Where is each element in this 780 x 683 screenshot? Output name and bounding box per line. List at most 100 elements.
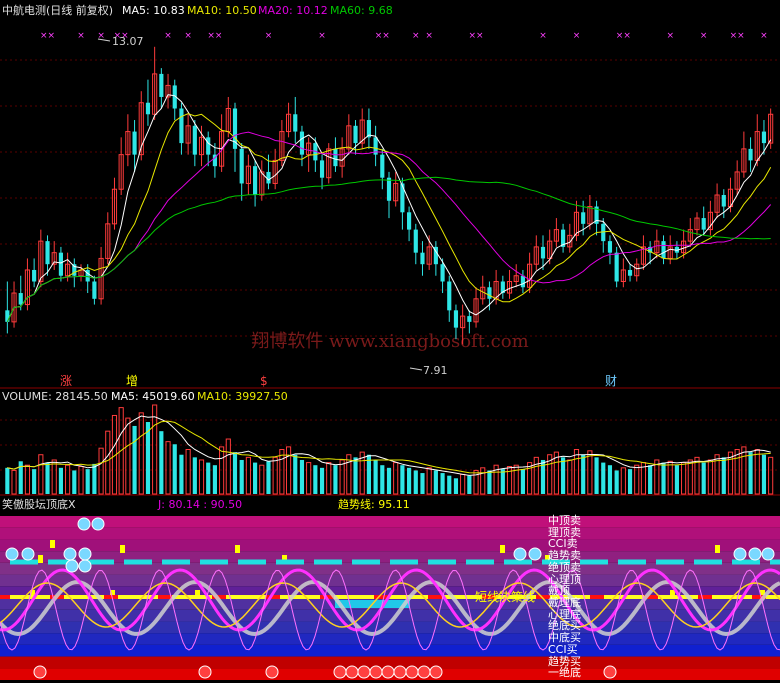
- band-label-13: 一绝底: [548, 666, 581, 680]
- volume-bar-93: [627, 469, 633, 494]
- candle-body-21: [145, 102, 151, 115]
- volume-bar-39: [266, 461, 271, 494]
- watermark-group: 翔博软件 www.xiangbosoft.com: [251, 331, 528, 352]
- volume-ma5-readout: MA5: 45019.60: [111, 390, 195, 403]
- candle-body-8: [58, 252, 63, 276]
- volume-bar-63: [426, 467, 432, 495]
- volume-bar-69: [467, 475, 472, 494]
- signal-x-1: ×: [77, 31, 85, 41]
- volume-bar-96: [648, 465, 653, 494]
- volume-bar-15: [105, 430, 111, 495]
- candle-body-69: [467, 316, 472, 322]
- volume-bar-67: [453, 478, 459, 494]
- candle-body-59: [400, 183, 405, 213]
- candle-body-90: [607, 241, 613, 253]
- candle-body-91: [614, 252, 619, 282]
- volume-bar-4: [32, 469, 37, 494]
- volume-bar-50: [339, 459, 345, 495]
- volume-bar-1: [11, 469, 17, 495]
- signal-ball-bottom-3: [333, 665, 347, 679]
- indicator-band-1: [0, 527, 780, 540]
- candle-body-0: [5, 310, 10, 322]
- signal-ball-top-7: [528, 547, 542, 561]
- high-marker-label: 13.07: [112, 35, 144, 48]
- volume-bar-88: [594, 457, 599, 494]
- candle-body-39: [266, 171, 271, 184]
- volume-bar-113: [761, 454, 767, 494]
- ma20-line: [6, 131, 772, 323]
- volume-bar-90: [607, 465, 613, 494]
- signal-x-9: ××: [375, 31, 390, 41]
- candle-body-60: [407, 212, 412, 230]
- volume-bar-7: [51, 459, 57, 495]
- volume-bar-66: [447, 475, 452, 494]
- volume-ma10-readout: MA10: 39927.50: [197, 390, 288, 403]
- indicator-layer: [0, 516, 780, 680]
- signal-ball-top-5: [77, 517, 91, 531]
- indicator-tick-0: [50, 540, 55, 548]
- signal-ball-top-11: [78, 559, 92, 573]
- signal-ball-bottom-7: [381, 665, 395, 679]
- signal-x-18: ××: [730, 31, 745, 41]
- price-title: 中航电测(日线 前复权): [2, 4, 114, 17]
- volume-bar-72: [487, 470, 492, 494]
- volume-bar-24: [165, 441, 171, 495]
- volume-bar-40: [272, 456, 278, 495]
- signal-x-16: ×: [666, 31, 674, 41]
- volume-bar-12: [85, 469, 90, 494]
- volume-bar-49: [333, 465, 338, 494]
- indicator-tick-1: [120, 545, 125, 553]
- candle-body-86: [581, 212, 586, 224]
- signal-ball-bottom-11: [429, 665, 443, 679]
- volume-bar-59: [400, 465, 405, 494]
- signal-ball-bottom-5: [357, 665, 371, 679]
- volume-bar-31: [212, 465, 217, 494]
- volume-bar-102: [687, 459, 693, 495]
- candle-body-47: [319, 160, 325, 178]
- watermark-text: 翔博软件 www.xiangbosoft.com: [251, 331, 528, 352]
- volume-bar-62: [420, 473, 425, 494]
- signal-ball-bottom-1: [198, 665, 212, 679]
- volume-bar-70: [473, 469, 479, 495]
- signal-x-19: ×: [760, 31, 768, 41]
- signal-ball-bottom-2: [265, 665, 279, 679]
- signal-x-15: ××: [616, 31, 631, 41]
- volume-bar-101: [681, 462, 687, 495]
- volume-bar-77: [520, 469, 525, 494]
- candle-body-107: [721, 195, 726, 207]
- signal-ball-top-2: [63, 547, 77, 561]
- candle-body-4: [32, 269, 37, 282]
- candle-body-37: [253, 166, 258, 195]
- volume-bar-34: [232, 452, 238, 494]
- candle-body-44: [299, 131, 305, 155]
- volume-bar-45: [306, 462, 312, 495]
- volume-bar-64: [433, 470, 438, 494]
- volume-bar-109: [734, 449, 740, 495]
- candle-body-49: [333, 148, 338, 167]
- volume-bar-14: [98, 447, 104, 495]
- signal-ball-bottom-9: [405, 665, 419, 679]
- candle-body-62: [420, 252, 425, 265]
- volume-bar-46: [313, 465, 318, 494]
- signal-x-5: ×: [184, 31, 192, 41]
- volume-bar-5: [38, 454, 44, 495]
- signal-x-7: ×: [265, 31, 273, 41]
- volume-bar-91: [614, 470, 619, 494]
- volume-bar-48: [326, 462, 332, 495]
- volume-ma10-line: [7, 420, 771, 474]
- volume-bar-18: [125, 417, 131, 495]
- candle-body-35: [239, 148, 244, 184]
- volume-bar-99: [667, 460, 673, 495]
- low-marker-label: 7.91: [423, 364, 448, 377]
- signal-x-13: ×: [539, 31, 547, 41]
- volume-bar-37: [253, 462, 258, 494]
- candle-body-111: [748, 148, 753, 161]
- volume-bar-87: [587, 450, 593, 495]
- indicator-tick-2: [235, 545, 240, 553]
- volume-bar-89: [601, 462, 606, 494]
- signal-ball-top-4: [91, 517, 105, 531]
- candle-body-6: [45, 241, 50, 265]
- volume-bar-74: [500, 469, 505, 494]
- signal-x-0: ××: [40, 31, 55, 41]
- candle-body-80: [540, 246, 546, 259]
